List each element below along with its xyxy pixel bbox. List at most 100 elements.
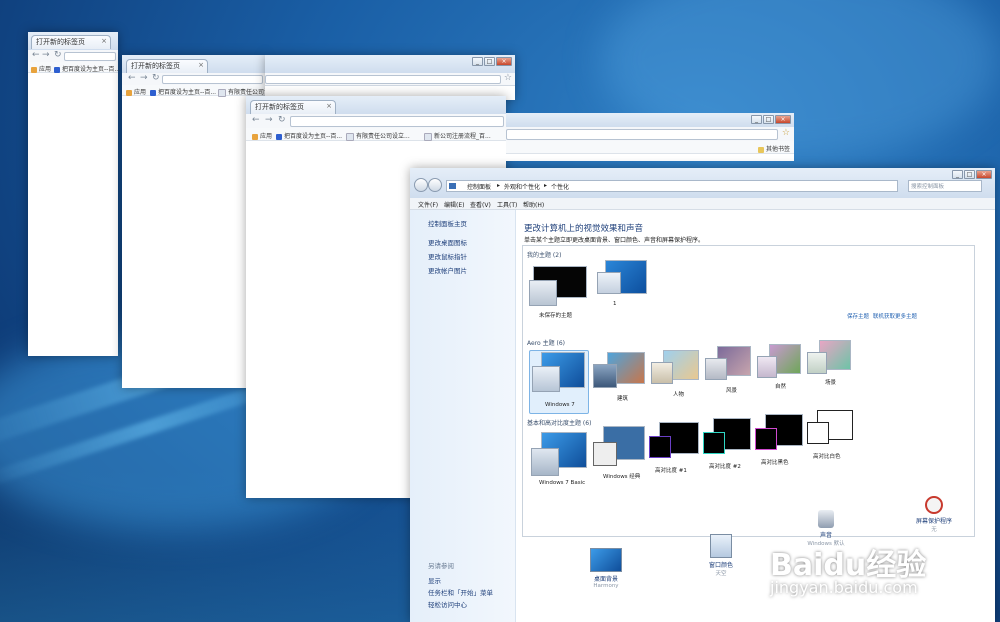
breadcrumb-item[interactable]: 个性化	[551, 182, 569, 191]
theme-high-contrast-1-preview	[649, 436, 671, 458]
desktop-background-setting[interactable]: 桌面背景 Harmony	[576, 548, 636, 589]
minimize-button[interactable]: _	[472, 57, 483, 66]
theme-list: 我的主题 (2) 未保存的主题 1 保存主题 联机获取更多主题 Aero 主题 …	[522, 245, 975, 537]
menu-bar: 文件(F) 编辑(E) 查看(V) 工具(T) 帮助(H)	[410, 198, 995, 210]
maximize-button[interactable]: □	[964, 170, 975, 179]
close-button[interactable]: ×	[775, 115, 791, 124]
browser-tab[interactable]: 打开新的标签页 ×	[31, 35, 111, 49]
theme-label: 场景	[825, 380, 837, 386]
theme-high-contrast-black-preview	[755, 428, 777, 450]
theme-characters-preview	[651, 362, 673, 384]
theme-label: 未保存的主题	[539, 313, 573, 319]
sidebar-home-link[interactable]: 控制面板主页	[428, 218, 467, 228]
star-icon[interactable]: ☆	[782, 128, 790, 138]
bookmark-item[interactable]: 新公司注册流程_百...	[424, 131, 491, 141]
maximize-button[interactable]: □	[484, 57, 495, 66]
theme-label: 1	[613, 301, 617, 307]
window-controls: _ □ ×	[751, 115, 791, 124]
theme-nature-preview	[757, 356, 777, 378]
screensaver-setting[interactable]: 屏幕保护程序 无	[908, 496, 960, 533]
save-theme-link[interactable]: 保存主题	[847, 312, 869, 320]
address-bar[interactable]	[64, 52, 116, 61]
sidebar-link-mouse-pointer[interactable]: 更改鼠标指针	[428, 251, 467, 261]
address-bar[interactable]	[162, 75, 263, 84]
menu-file[interactable]: 文件(F)	[418, 200, 438, 209]
address-bar[interactable]	[506, 129, 778, 140]
back-icon[interactable]: ←	[252, 115, 260, 125]
minimize-button[interactable]: _	[952, 170, 963, 179]
bookmark-item[interactable]: 有限责任公司设立...	[346, 131, 410, 141]
reload-icon[interactable]: ↻	[54, 50, 62, 60]
window-controls: _ □ ×	[472, 57, 512, 66]
bookmark-apps[interactable]: 应用	[31, 64, 51, 73]
theme-label: Windows 7 Basic	[539, 480, 586, 486]
back-button[interactable]	[414, 178, 428, 192]
menu-help[interactable]: 帮助(H)	[523, 200, 544, 209]
forward-icon[interactable]: →	[265, 115, 273, 125]
theme-high-contrast-white-preview	[807, 422, 829, 444]
get-more-themes-link[interactable]: 联机获取更多主题	[873, 312, 917, 320]
theme-label: 高对比白色	[813, 454, 841, 460]
forward-icon[interactable]: →	[42, 50, 50, 60]
browser-window-2[interactable]: 打开新的标签页 × ← → ↻ 应用 把百度设为主页--百... 有限责任公司设立…	[122, 55, 282, 388]
apps-icon	[252, 133, 258, 140]
window-color-icon	[710, 534, 732, 558]
see-also-display[interactable]: 显示	[428, 575, 441, 585]
star-icon[interactable]: ☆	[504, 73, 512, 83]
forward-icon[interactable]: →	[140, 73, 148, 83]
tab-title: 打开新的标签页	[131, 62, 180, 70]
bookmark-item[interactable]: 把百度设为主页--百...	[150, 87, 216, 96]
my-themes-header: 我的主题 (2)	[527, 252, 562, 259]
sidebar-link-desktop-icons[interactable]: 更改桌面图标	[428, 237, 467, 247]
bookmark-apps[interactable]: 应用	[126, 87, 146, 96]
reload-icon[interactable]: ↻	[152, 73, 160, 83]
forward-button[interactable]	[428, 178, 442, 192]
back-icon[interactable]: ←	[32, 50, 40, 60]
bookmark-item[interactable]: 把百度设为主页--百...	[276, 131, 342, 140]
paw-icon	[150, 89, 156, 96]
close-button[interactable]: ×	[496, 57, 512, 66]
sidebar-link-account-picture[interactable]: 更改帐户图片	[428, 265, 467, 275]
bookmark-other[interactable]: 其他书签	[757, 144, 790, 153]
window-controls: _ □ ×	[952, 170, 992, 179]
menu-tools[interactable]: 工具(T)	[497, 200, 517, 209]
menu-view[interactable]: 查看(V)	[470, 200, 491, 209]
theme-1-preview	[597, 272, 621, 294]
theme-architecture-preview	[593, 364, 617, 388]
minimize-button[interactable]: _	[751, 115, 762, 124]
sidebar: 控制面板主页 更改桌面图标 更改鼠标指针 更改帐户图片 另请参阅 显示 任务栏和…	[410, 210, 516, 622]
window-color-setting[interactable]: 窗口颜色 天空	[696, 534, 746, 577]
breadcrumb-separator: ▸	[497, 182, 501, 189]
search-input[interactable]: 搜索控制面板	[908, 180, 982, 192]
close-icon[interactable]: ×	[326, 102, 332, 110]
theme-windows7-basic-preview	[531, 448, 559, 476]
close-button[interactable]: ×	[976, 170, 992, 179]
theme-label: 高对比度 #1	[655, 468, 687, 474]
see-also-taskbar[interactable]: 任务栏和「开始」菜单	[428, 587, 493, 597]
address-bar[interactable]: 控制面板 ▸ 外观和个性化 ▸ 个性化	[446, 180, 898, 192]
back-icon[interactable]: ←	[128, 73, 136, 83]
theme-label: 自然	[775, 384, 787, 390]
folder-icon	[757, 146, 764, 153]
theme-label: 风景	[726, 388, 738, 394]
address-bar[interactable]	[265, 75, 501, 84]
breadcrumb-item[interactable]: 外观和个性化	[504, 182, 540, 191]
bookmark-apps[interactable]: 应用	[252, 131, 272, 140]
bookmark-item[interactable]: 把百度设为主页--百...	[54, 64, 120, 73]
theme-windows-classic-preview	[593, 442, 617, 466]
browser-tab[interactable]: 打开新的标签页 ×	[126, 59, 208, 73]
paw-icon	[54, 66, 60, 73]
address-bar[interactable]	[290, 116, 504, 127]
browser-window-back[interactable]: 打开新的标签页 × ← → ↻ 应用 把百度设为主页--百...	[28, 32, 120, 356]
maximize-button[interactable]: □	[763, 115, 774, 124]
apps-icon	[31, 66, 37, 73]
browser-tab[interactable]: 打开新的标签页 ×	[250, 100, 336, 114]
close-icon[interactable]: ×	[101, 37, 107, 45]
close-icon[interactable]: ×	[198, 61, 204, 69]
see-also-ease-of-access[interactable]: 轻松访问中心	[428, 599, 467, 609]
reload-icon[interactable]: ↻	[278, 115, 286, 125]
menu-edit[interactable]: 编辑(E)	[444, 200, 464, 209]
browser-window-3-frame: _ □ × ☆ 其他书签	[506, 113, 794, 161]
breadcrumb-item[interactable]: 控制面板	[467, 182, 491, 191]
tab-title: 打开新的标签页	[36, 38, 85, 46]
